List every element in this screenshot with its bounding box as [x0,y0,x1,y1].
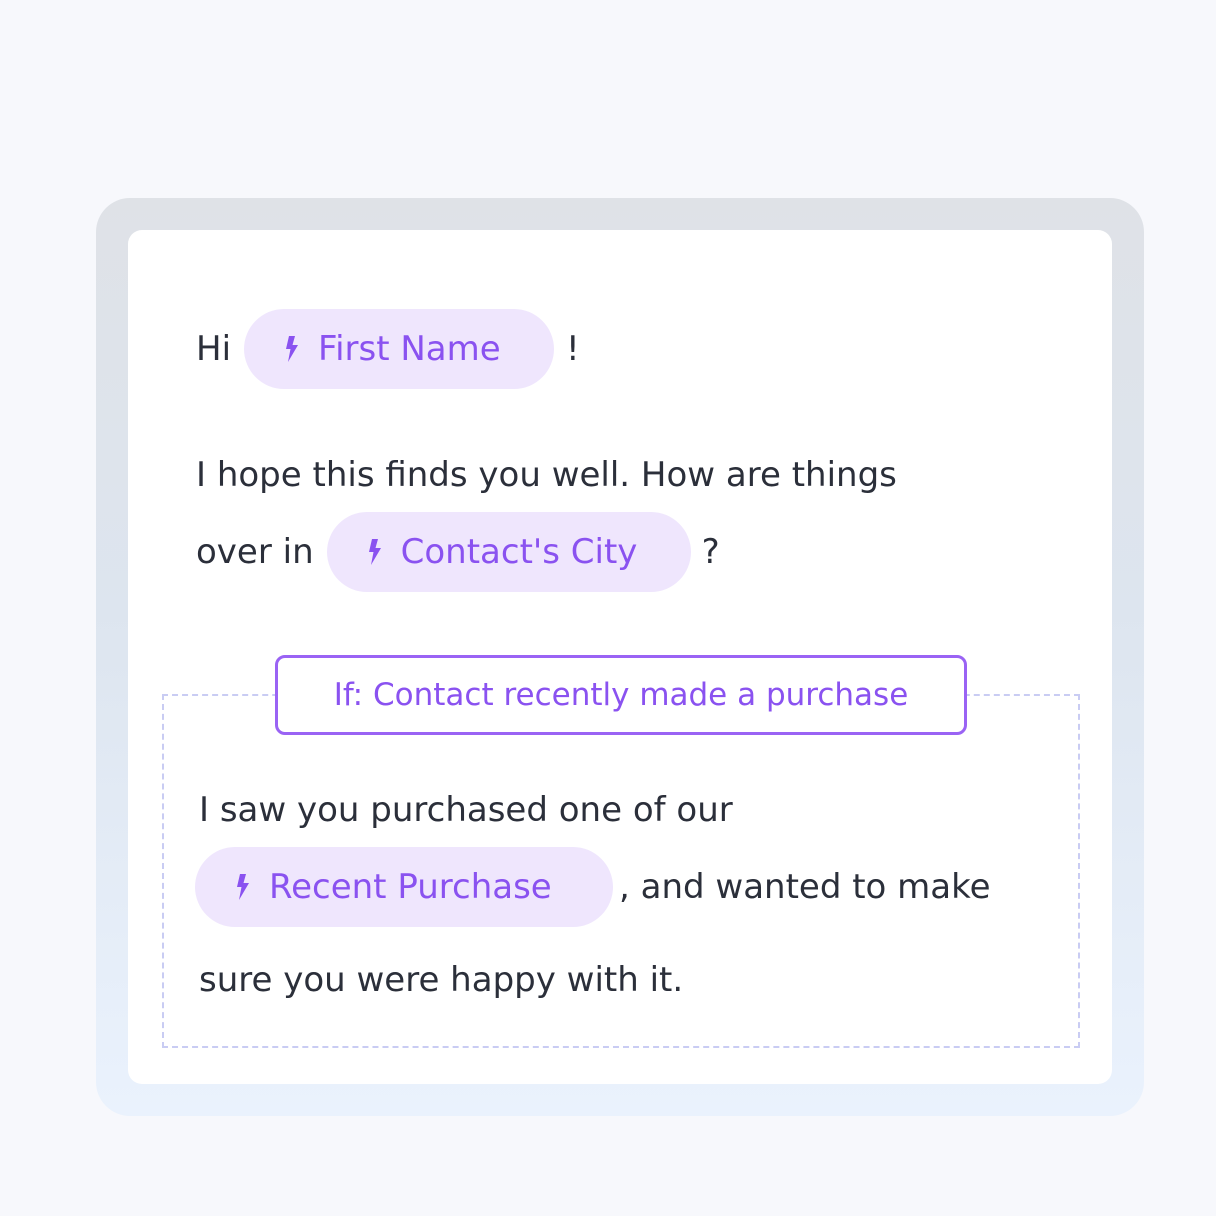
paragraph1-line1: I hope this finds you well. How are thin… [196,455,897,495]
token-first-name[interactable]: First Name [244,309,555,389]
token-contact-city[interactable]: Contact's City [326,512,691,592]
conditional-line2-suffix: , and wanted to make [619,867,991,907]
greeting-suffix: ! [566,329,580,369]
token-label: First Name [318,329,501,369]
paragraph1-text: I hope this finds you well. How are thin… [196,455,897,495]
condition-text: If: Contact recently made a purchase [333,677,909,713]
token-label: Recent Purchase [269,867,552,907]
conditional-text: I saw you purchased one of our [199,790,733,830]
greeting-prefix: Hi [196,329,232,369]
paragraph1-line2-prefix: over in [196,532,314,572]
conditional-line1: I saw you purchased one of our [199,790,733,830]
conditional-line3: sure you were happy with it. [199,960,683,1000]
token-label: Contact's City [400,532,638,572]
token-recent-purchase[interactable]: Recent Purchase [195,847,613,927]
paragraph1-line2: over in Contact's City ? [196,512,720,592]
conditional-text: sure you were happy with it. [199,960,684,1000]
lightning-bolt-icon [284,336,300,362]
condition-label[interactable]: If: Contact recently made a purchase [275,655,967,735]
conditional-line2: Recent Purchase , and wanted to make [195,847,991,927]
lightning-bolt-icon [235,874,251,900]
lightning-bolt-icon [367,539,383,565]
greeting-line: Hi First Name ! [196,309,580,389]
paragraph1-suffix: ? [701,532,720,572]
